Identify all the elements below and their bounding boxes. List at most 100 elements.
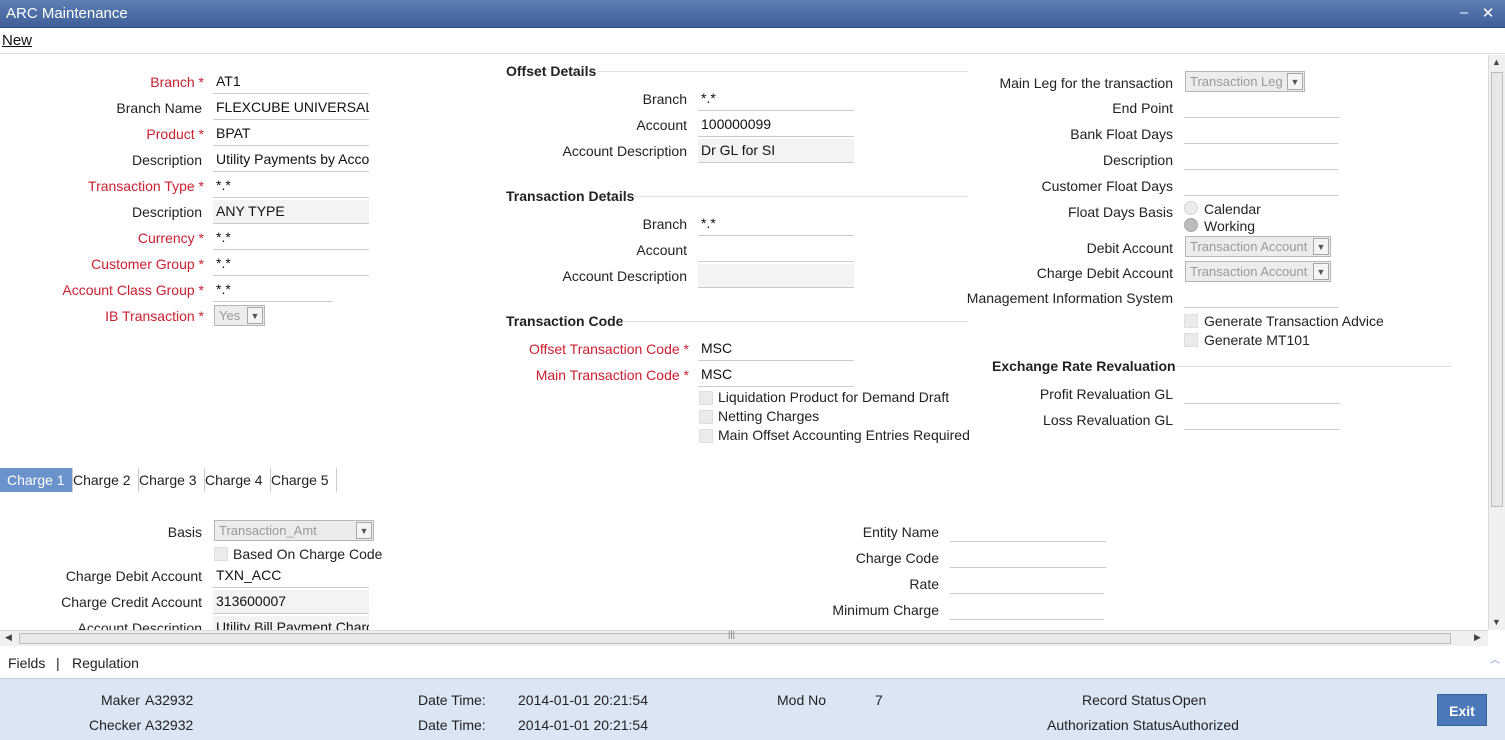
based-on-charge-code-checkbox[interactable] — [214, 547, 228, 561]
main-offset-entries-checkbox[interactable] — [699, 429, 713, 443]
scroll-up-icon[interactable]: ▲ — [1492, 57, 1501, 67]
close-icon[interactable]: ✕ — [1478, 4, 1498, 22]
charge-debit-account-label: Charge Debit Account — [1036, 265, 1173, 281]
profit-revaluation-gl-input[interactable] — [1184, 380, 1340, 404]
tab-charge-4[interactable]: Charge 4 — [198, 468, 271, 492]
loss-revaluation-gl-input[interactable] — [1184, 406, 1340, 430]
transaction-type-label: Transaction Type * — [88, 178, 204, 194]
minimize-icon[interactable]: – — [1454, 4, 1474, 21]
product-description-label: Description — [131, 152, 202, 168]
generate-advice-checkbox[interactable] — [1184, 314, 1198, 328]
offset-account-input[interactable]: 100000099 — [698, 113, 854, 137]
charge-debit-account-select[interactable]: Transaction Account ▼ — [1185, 261, 1331, 282]
loss-revaluation-gl-label: Loss Revaluation GL — [1043, 412, 1173, 428]
type-description-input[interactable]: ANY TYPE — [213, 200, 369, 224]
tab-charge-1[interactable]: Charge 1 — [0, 468, 73, 492]
right-description-input[interactable] — [1184, 146, 1338, 170]
main-transaction-code-input[interactable]: MSC — [698, 363, 854, 387]
charge-debit-account-value: Transaction Account — [1190, 264, 1308, 279]
entity-name-label: Entity Name — [862, 524, 939, 540]
customer-float-days-input[interactable] — [1184, 172, 1338, 196]
chevron-down-icon: ▼ — [247, 307, 263, 324]
tab-charge-5[interactable]: Charge 5 — [264, 468, 337, 492]
account-class-group-label: Account Class Group * — [62, 282, 204, 298]
section-divider — [1176, 366, 1452, 367]
main-leg-label: Main Leg for the transaction — [999, 75, 1173, 91]
calendar-radio[interactable] — [1184, 201, 1198, 215]
netting-charges-label: Netting Charges — [718, 408, 820, 424]
branch-name-label: Branch Name — [116, 100, 202, 116]
offset-transaction-code-input[interactable]: MSC — [698, 337, 854, 361]
basis-select[interactable]: Transaction_Amt ▼ — [214, 520, 374, 541]
mod-no-label: Mod No — [777, 692, 827, 708]
transaction-type-input[interactable]: *.* — [213, 174, 369, 198]
offset-account-label: Account — [636, 117, 687, 133]
product-input[interactable]: BPAT — [213, 122, 369, 146]
fields-link[interactable]: Fields — [8, 655, 45, 671]
tab-charge-3[interactable]: Charge 3 — [132, 468, 205, 492]
account-class-group-input[interactable]: *.* — [213, 278, 333, 302]
ib-transaction-select[interactable]: Yes ▼ — [214, 305, 265, 326]
customer-group-input[interactable]: *.* — [213, 252, 369, 276]
charge-debit-account-input[interactable]: TXN_ACC — [213, 564, 369, 588]
offset-branch-label: Branch — [642, 91, 687, 107]
bank-float-days-input[interactable] — [1184, 120, 1338, 144]
vertical-scrollbar[interactable]: ▲ ▼ — [1488, 55, 1505, 630]
scroll-right-icon[interactable]: ▶ — [1474, 632, 1481, 643]
scroll-left-icon[interactable]: ◀ — [5, 632, 12, 643]
generate-mt101-label: Generate MT101 — [1204, 332, 1310, 348]
right-description-label: Description — [1102, 152, 1173, 168]
transaction-account-input[interactable] — [698, 238, 854, 262]
charge-debit-account-tab-label: Charge Debit Account — [65, 568, 202, 584]
checker-label: Checker — [89, 717, 142, 733]
transaction-branch-input[interactable]: *.* — [698, 212, 854, 236]
offset-account-description-input[interactable]: Dr GL for SI — [698, 139, 854, 163]
customer-float-days-label: Customer Float Days — [1041, 178, 1173, 194]
main-leg-select[interactable]: Transaction Leg ▼ — [1185, 71, 1305, 92]
rate-input[interactable] — [950, 570, 1104, 594]
tab-charge-2[interactable]: Charge 2 — [66, 468, 139, 492]
scroll-grip-icon: ||| — [728, 629, 736, 639]
scroll-down-icon[interactable]: ▼ — [1492, 617, 1501, 627]
offset-branch-input[interactable]: *.* — [698, 87, 854, 111]
charge-code-label: Charge Code — [855, 550, 939, 566]
end-point-input[interactable] — [1184, 94, 1340, 118]
section-divider — [634, 196, 968, 197]
main-transaction-code-label: Main Transaction Code * — [535, 367, 689, 383]
offset-transaction-code-label: Offset Transaction Code * — [528, 341, 689, 357]
entity-name-input[interactable] — [950, 518, 1106, 542]
exchange-rate-heading: Exchange Rate Revaluation — [992, 358, 1176, 374]
working-radio[interactable] — [1184, 218, 1198, 232]
menu-bar: New — [0, 28, 1505, 54]
minimum-charge-input[interactable] — [950, 596, 1104, 620]
vertical-scroll-thumb[interactable] — [1491, 72, 1503, 507]
currency-input[interactable]: *.* — [213, 226, 369, 250]
customer-group-label: Customer Group * — [91, 256, 204, 272]
new-link[interactable]: New — [2, 32, 32, 49]
branch-input[interactable]: AT1 — [213, 70, 369, 94]
offset-account-description-label: Account Description — [562, 143, 687, 159]
charge-credit-account-input[interactable]: 313600007 — [213, 590, 369, 614]
charge-code-input[interactable] — [950, 544, 1106, 568]
regulation-link[interactable]: Regulation — [72, 655, 139, 671]
netting-charges-checkbox[interactable] — [699, 410, 713, 424]
liquidation-product-checkbox[interactable] — [699, 391, 713, 405]
branch-name-input[interactable]: FLEXCUBE UNIVERSAL I — [213, 96, 369, 120]
transaction-account-description-input[interactable] — [698, 264, 854, 288]
branch-label: Branch * — [150, 74, 204, 90]
product-description-input[interactable]: Utility Payments by Acco — [213, 148, 369, 172]
float-days-basis-label: Float Days Basis — [1067, 204, 1173, 220]
horizontal-scrollbar[interactable]: ◀ ||| ▶ — [0, 629, 1488, 646]
bank-float-days-label: Bank Float Days — [1070, 126, 1173, 142]
exit-button[interactable]: Exit — [1437, 694, 1487, 726]
generate-mt101-checkbox[interactable] — [1184, 333, 1198, 347]
collapse-up-icon[interactable]: ︿ — [1490, 651, 1500, 666]
generate-advice-label: Generate Transaction Advice — [1204, 313, 1384, 329]
maker-label: Maker — [101, 692, 140, 708]
debit-account-select[interactable]: Transaction Account ▼ — [1185, 236, 1331, 257]
checker-value: A32932 — [145, 717, 194, 733]
rate-label: Rate — [909, 576, 939, 592]
mis-input[interactable] — [1184, 284, 1338, 308]
charge-account-description-input[interactable]: Utility Bill Payment Charg — [213, 616, 369, 630]
window-title: ARC Maintenance — [6, 5, 128, 22]
